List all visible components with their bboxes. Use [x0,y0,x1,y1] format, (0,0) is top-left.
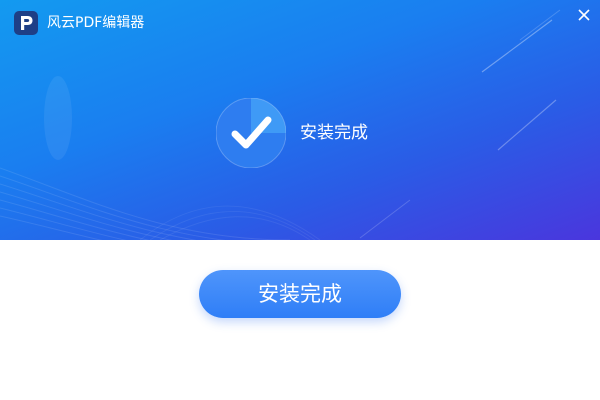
finish-button[interactable]: 安装完成 [199,270,401,318]
close-icon[interactable] [574,5,594,25]
app-title: 风云PDF编辑器 [47,15,145,31]
installer-window: 风云PDF编辑器 安装完成 安装完成 [0,0,600,400]
checkmark-icon [216,98,286,168]
title-bar: 风云PDF编辑器 [0,0,600,44]
header-banner: 风云PDF编辑器 安装完成 [0,0,600,240]
status-text: 安装完成 [300,123,368,143]
pdf-editor-logo-icon [14,11,38,35]
